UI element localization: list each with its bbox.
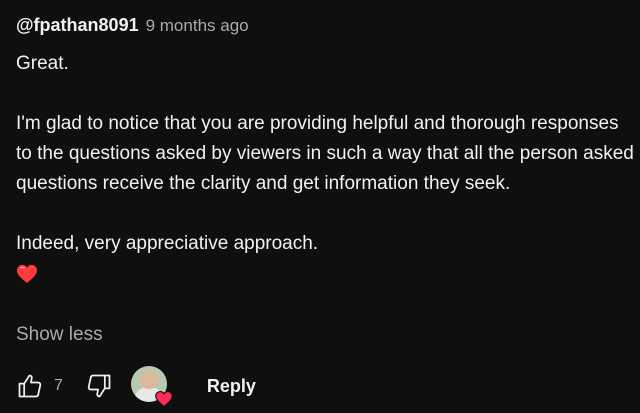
comment-paragraph-3: Indeed, very appreciative approach.: [16, 233, 319, 254]
comment-timestamp[interactable]: 9 months ago: [146, 16, 249, 36]
comment-action-bar: 7 Reply: [16, 366, 256, 408]
dislike-button[interactable]: [85, 372, 113, 400]
comment-header: @fpathan8091 9 months ago: [16, 15, 249, 36]
thumbs-down-icon: [87, 374, 111, 398]
comment-body: Great. I'm glad to notice that you are p…: [16, 49, 636, 289]
creator-heart-badge: [130, 366, 173, 408]
comment-line-1: Great.: [16, 53, 69, 74]
like-count: 7: [54, 377, 63, 394]
show-less-button[interactable]: Show less: [16, 324, 103, 346]
comment-emoji-line: [16, 259, 636, 289]
heart-emoji-icon: [17, 264, 37, 284]
thumbs-up-icon: [18, 374, 42, 398]
reply-button[interactable]: Reply: [207, 376, 256, 397]
comment-paragraph-2: I'm glad to notice that you are providin…: [16, 113, 634, 194]
comment-author[interactable]: @fpathan8091: [16, 15, 139, 36]
creator-heart-icon: [155, 390, 173, 408]
like-button[interactable]: [16, 372, 44, 400]
